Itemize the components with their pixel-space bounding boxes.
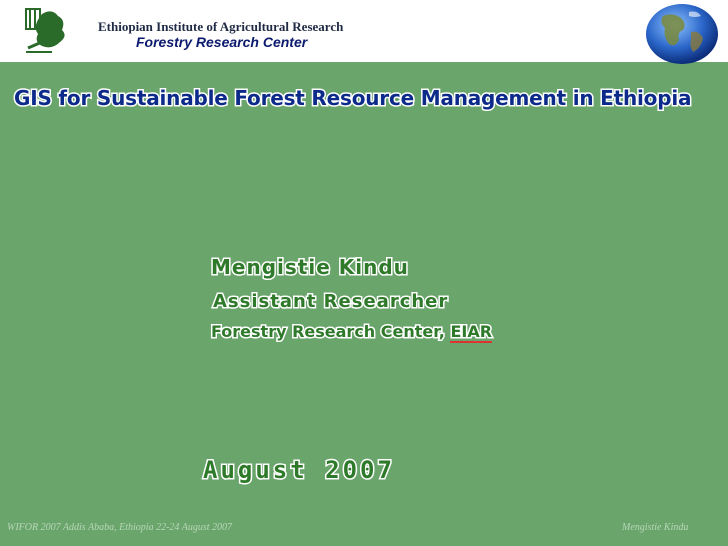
- author-affiliation: Forestry Research Center, EIAR: [209, 321, 494, 343]
- affiliation-org: EIAR: [449, 321, 494, 343]
- organization-name: Ethiopian Institute of Agricultural Rese…: [98, 19, 344, 34]
- footer-event: WIFOR 2007 Addis Ababa, Ethiopia 22-24 A…: [7, 522, 232, 533]
- footer-author: Mengistie Kindu: [622, 522, 689, 533]
- eiar-logo-icon: [25, 8, 65, 53]
- research-center-name: Forestry Research Center: [136, 34, 308, 50]
- affiliation-prefix: Forestry Research Center,: [209, 321, 451, 343]
- author-role: Assistant Researcher: [211, 290, 449, 314]
- presentation-date: August 2007: [202, 455, 395, 486]
- globe-icon: [646, 4, 718, 64]
- author-name: Mengistie Kindu: [210, 254, 410, 281]
- presentation-slide: Ethiopian Institute of Agricultural Rese…: [0, 0, 728, 546]
- slide-title: GIS for Sustainable Forest Resource Mana…: [13, 85, 693, 112]
